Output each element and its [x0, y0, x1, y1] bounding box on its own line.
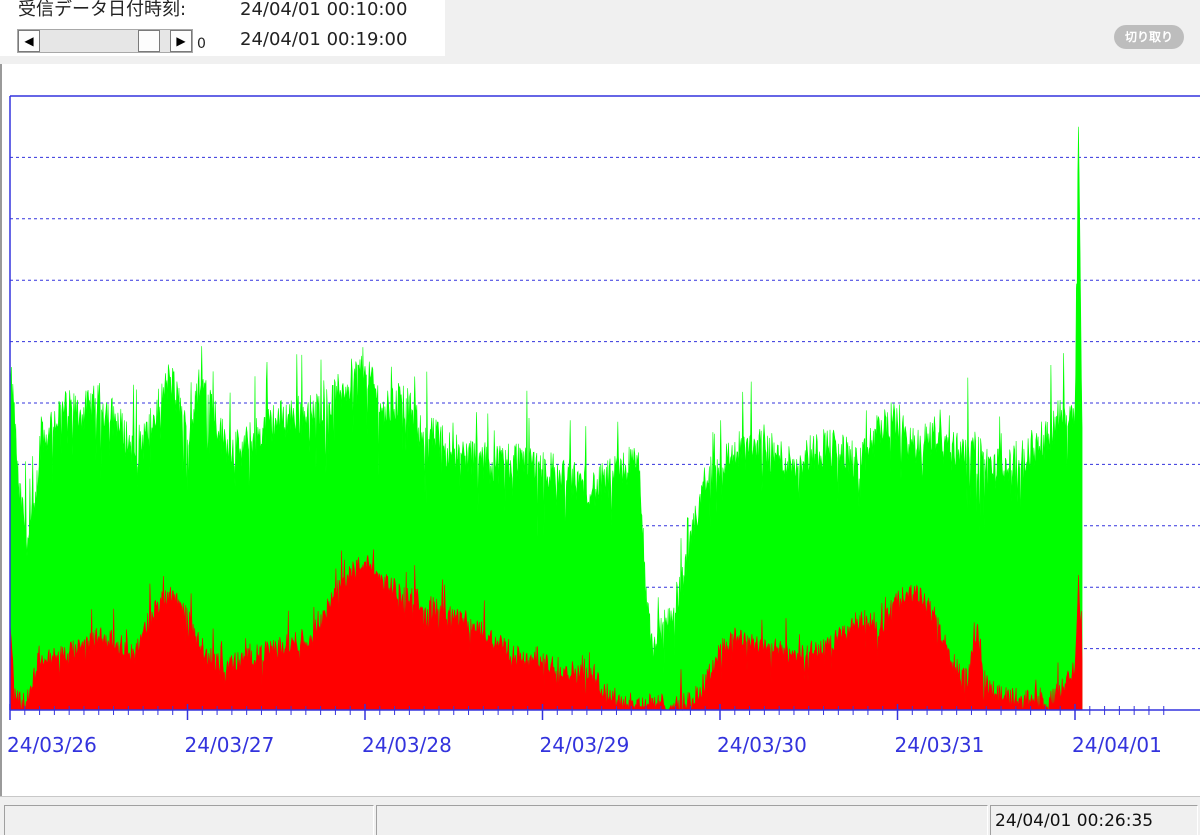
status-bar: 24/04/01 00:26:35 — [0, 796, 1200, 835]
time-scrollbar[interactable]: ◀ ▶ — [17, 29, 193, 53]
status-timestamp: 24/04/01 00:26:35 — [995, 811, 1154, 831]
x-tick-label-5: 24/03/31 — [895, 733, 985, 757]
received-datetime-label: 受信データ日付時刻: — [18, 0, 187, 20]
area-chart: 24/03/26 24/03/27 24/03/28 24/03/29 24/03/30… — [7, 95, 1200, 757]
series-layer — [9, 126, 1083, 711]
x-tick-label-3: 24/03/29 — [540, 733, 630, 757]
x-tick-label-1: 24/03/27 — [185, 733, 275, 757]
end-time-value: 24/04/01 00:19:00 — [240, 29, 408, 50]
status-pane-2 — [376, 805, 988, 835]
start-time-value: 24/04/01 00:10:00 — [240, 0, 408, 20]
cut-button[interactable]: 切り取り — [1114, 25, 1184, 49]
x-tick-label-6: 24/04/01 — [1072, 733, 1162, 757]
header-panel: 受信データ日付時刻: 24/04/01 00:10:00 24/04/01 00… — [0, 0, 1200, 56]
triangle-right-icon: ▶ — [176, 34, 186, 48]
status-pane-1 — [4, 805, 374, 835]
x-tick-label-4: 24/03/30 — [717, 733, 807, 757]
chart-area: 24/03/26 24/03/27 24/03/28 24/03/29 24/03/30… — [0, 64, 1200, 796]
status-pane-3: 24/04/01 00:26:35 — [990, 805, 1198, 835]
x-tick-label-0: 24/03/26 — [7, 733, 97, 757]
tick-label-layer: 24/03/26 24/03/27 24/03/28 24/03/29 24/03/30… — [7, 733, 1162, 757]
triangle-left-icon: ◀ — [24, 34, 34, 48]
scroll-value: 0 — [197, 36, 206, 52]
header-gray-area — [445, 0, 1200, 56]
x-tick-label-2: 24/03/28 — [362, 733, 452, 757]
scroll-right-button[interactable]: ▶ — [170, 30, 192, 52]
scroll-left-button[interactable]: ◀ — [18, 30, 40, 52]
scroll-thumb[interactable] — [138, 30, 160, 52]
